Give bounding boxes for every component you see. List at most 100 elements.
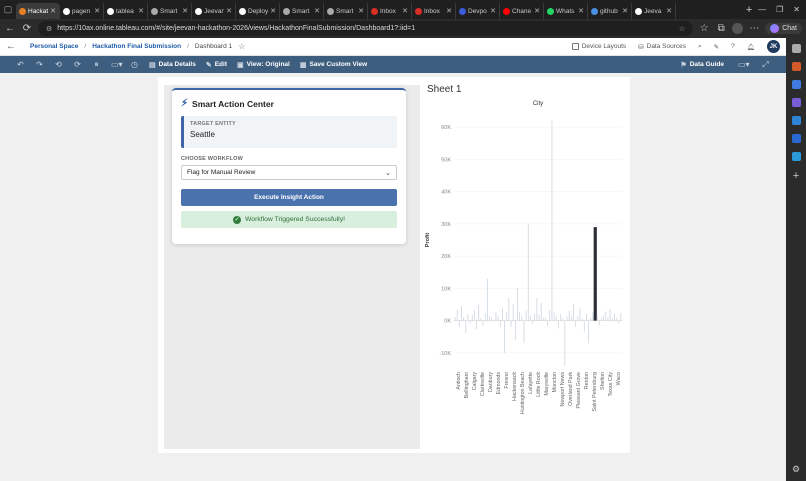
metrics-icon[interactable]: ◷	[130, 60, 139, 69]
copilot-icon	[770, 24, 780, 33]
edit-button[interactable]: ✎ Edit	[206, 61, 227, 69]
favorites-icon[interactable]: ☆	[698, 23, 710, 34]
browser-tab[interactable]: Smart ✕	[148, 3, 192, 19]
office-icon[interactable]	[791, 116, 801, 125]
replay-icon[interactable]: ▭▾	[111, 60, 123, 69]
redo-icon[interactable]: ↷	[35, 60, 44, 69]
favorite-star-icon[interactable]: ☆	[238, 42, 245, 51]
revert-icon[interactable]: ⟲	[54, 60, 63, 69]
send-icon[interactable]	[791, 152, 801, 161]
new-edit-icon[interactable]: ✎	[714, 43, 719, 51]
site-info-icon[interactable]: ⚙	[46, 25, 52, 33]
data-guide-button[interactable]: ⚑ Data Guide	[680, 61, 724, 69]
url-field[interactable]: ⚙ https://10ax.online.tableau.com/#/site…	[38, 21, 694, 36]
pause-updates-icon[interactable]: ⏸	[92, 60, 101, 70]
breadcrumb-separator: /	[187, 43, 189, 50]
browser-tab[interactable]: Inbox ✕	[412, 3, 456, 19]
bar	[547, 320, 549, 326]
browser-tab[interactable]: Deploy ✕	[236, 3, 280, 19]
browser-tab[interactable]: github ✕	[588, 3, 632, 19]
breadcrumb-separator: /	[84, 43, 87, 50]
bar	[463, 317, 465, 321]
more-menu-icon[interactable]: ⋯	[748, 23, 760, 34]
browser-tab[interactable]: Whats ✕	[544, 3, 588, 19]
browser-tab[interactable]: Jeevan ✕	[192, 3, 236, 19]
workflow-select[interactable]: Flag for Manual Review ⌄	[181, 165, 397, 180]
refresh-icon[interactable]: ⟳	[73, 60, 82, 69]
close-window-icon[interactable]: ✕	[793, 5, 800, 14]
tab-close-icon[interactable]: ✕	[94, 7, 100, 15]
view-original-button[interactable]: ▣ View: Original	[237, 61, 290, 69]
sidebar-settings-icon[interactable]: ⚙	[792, 464, 800, 475]
browser-tab[interactable]: pagen ✕	[60, 3, 104, 19]
execute-insight-action-button[interactable]: Execute Insight Action	[181, 189, 397, 206]
share-dropdown-icon[interactable]: ▭▾	[738, 60, 750, 69]
tab-close-icon[interactable]: ✕	[578, 7, 584, 15]
search-icon[interactable]: ⌕	[698, 43, 702, 51]
x-tick-label: Moncton	[552, 372, 558, 392]
bar	[566, 316, 568, 321]
chat-button[interactable]: Chat	[765, 23, 802, 34]
bar	[616, 318, 617, 321]
window-menu-icon[interactable]: ▢	[0, 0, 16, 19]
data-sources-button[interactable]: ⛁ Data Sources	[638, 43, 686, 51]
reload-icon[interactable]: ⟳	[21, 23, 33, 34]
tab-close-icon[interactable]: ✕	[358, 7, 364, 15]
browser-tab[interactable]: Inbox ✕	[368, 3, 412, 19]
tools-icon[interactable]	[791, 80, 801, 89]
browser-tab[interactable]: tablea ✕	[104, 3, 148, 19]
view-icon: ▣	[237, 61, 244, 69]
tab-close-icon[interactable]: ✕	[534, 7, 540, 15]
add-sidebar-app-icon[interactable]: +	[793, 170, 799, 182]
games-icon[interactable]	[791, 98, 801, 107]
profile-avatar-icon[interactable]	[732, 23, 744, 34]
avatar[interactable]: JK	[767, 40, 780, 53]
bar	[536, 298, 538, 321]
x-tick-label: Antioch	[456, 372, 462, 390]
tab-close-icon[interactable]: ✕	[446, 7, 452, 15]
browser-tab[interactable]: Smart ✕	[324, 3, 368, 19]
minimize-icon[interactable]: —	[758, 5, 766, 14]
tab-close-icon[interactable]: ✕	[226, 7, 232, 15]
tab-close-icon[interactable]: ✕	[622, 7, 628, 15]
bar	[605, 311, 607, 321]
header-actions: Device Layouts ⛁ Data Sources ⌕ ✎ ? 🔔︎ J…	[571, 40, 780, 53]
browser-tab[interactable]: Jeeva ✕	[632, 3, 676, 19]
browser-tab[interactable]: Devpo ✕	[456, 3, 500, 19]
browser-tab[interactable]: Smart ✕	[280, 3, 324, 19]
search-icon[interactable]	[791, 44, 801, 53]
breadcrumb-space[interactable]: Personal Space	[30, 43, 78, 50]
tab-close-icon[interactable]: ✕	[402, 7, 408, 15]
back-arrow-icon[interactable]: ←	[4, 23, 16, 34]
tab-close-icon[interactable]: ✕	[182, 7, 188, 15]
data-details-button[interactable]: ▤ Data Details	[149, 61, 196, 69]
device-layouts-button[interactable]: Device Layouts	[571, 43, 626, 50]
bar	[465, 320, 467, 333]
undo-icon[interactable]: ↶	[16, 60, 25, 69]
restore-icon[interactable]: ❐	[776, 5, 783, 14]
tableau-back-arrow-icon[interactable]: ←	[6, 41, 30, 52]
x-tick-label: Marysville	[544, 372, 550, 396]
tab-close-icon[interactable]: ✕	[50, 7, 56, 15]
outlook-icon[interactable]	[791, 134, 801, 143]
tab-close-icon[interactable]: ✕	[270, 7, 276, 15]
new-tab-button[interactable]: +	[740, 4, 758, 16]
bar	[551, 120, 553, 321]
fullscreen-icon[interactable]: ⤢	[761, 60, 770, 70]
tab-close-icon[interactable]: ✕	[490, 7, 496, 15]
x-tick-label: Danbury	[488, 372, 494, 392]
tab-close-icon[interactable]: ✕	[138, 7, 144, 15]
browser-tab[interactable]: Hackat ✕	[16, 3, 60, 19]
browser-sidebar: + ⚙	[786, 38, 806, 481]
help-icon[interactable]: ?	[731, 43, 735, 50]
tab-close-icon[interactable]: ✕	[666, 7, 672, 15]
bar	[480, 317, 482, 321]
breadcrumb-workbook[interactable]: Hackathon Final Submission	[92, 43, 181, 50]
bookmark-star-icon[interactable]: ☆	[679, 25, 685, 33]
tab-close-icon[interactable]: ✕	[314, 7, 320, 15]
browser-tab[interactable]: Chane ✕	[500, 3, 544, 19]
shopping-icon[interactable]	[791, 62, 801, 71]
notifications-bell-icon[interactable]: 🔔︎	[747, 43, 755, 51]
save-custom-view-button[interactable]: ▦ Save Custom View	[300, 61, 367, 69]
extensions-icon[interactable]: ⧉	[715, 23, 727, 34]
